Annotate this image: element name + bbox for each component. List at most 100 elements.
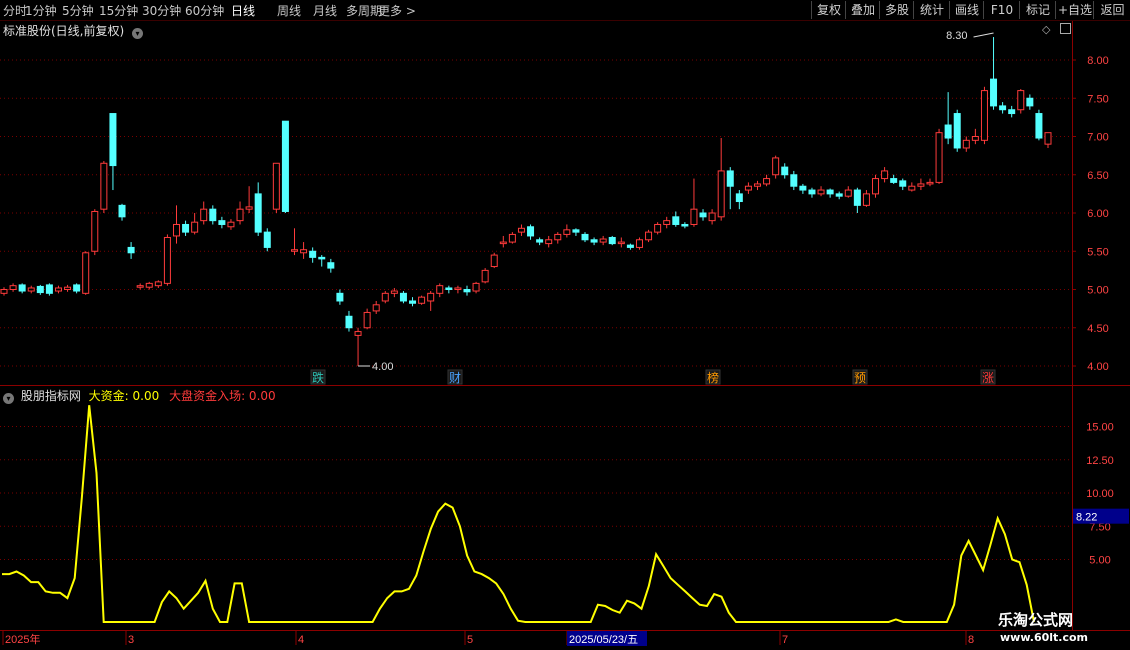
candle-up xyxy=(145,282,153,288)
candle-down xyxy=(735,193,743,203)
candle-up xyxy=(545,239,553,245)
timeframe-1[interactable]: 1分钟 xyxy=(25,2,57,19)
indicator-name[interactable]: 股朋指标网 xyxy=(21,389,81,403)
candle-down xyxy=(899,180,907,187)
watermark-title: 乐淘公式网 xyxy=(998,611,1074,629)
candle-up xyxy=(227,221,235,228)
candle-up xyxy=(191,221,199,233)
timeframe-3[interactable]: 15分钟 xyxy=(99,2,138,19)
candle-down xyxy=(36,285,44,294)
candle-down xyxy=(327,262,335,269)
candle-up xyxy=(436,285,444,294)
candle-up xyxy=(817,189,825,195)
toolbar-button-3[interactable]: 统计 xyxy=(913,1,950,19)
timeframe-10[interactable]: 更多 > xyxy=(378,2,416,19)
candle-up xyxy=(926,181,934,185)
indicator-toggle-icon[interactable]: ▾ xyxy=(3,393,14,404)
toolbar-button-2[interactable]: 多股 xyxy=(879,1,914,19)
timeframe-2[interactable]: 5分钟 xyxy=(62,2,94,19)
candle-up xyxy=(690,208,698,225)
candle-up xyxy=(236,208,244,222)
candle-up xyxy=(100,162,108,210)
candle-down xyxy=(808,189,816,195)
toolbar-button-0[interactable]: 复权 xyxy=(811,1,846,19)
indicator-value-market-inflow: 大盘资金入场: 0.00 xyxy=(169,389,276,403)
time-axis-label: 4 xyxy=(298,634,304,646)
stock-title[interactable]: 标准股份(日线,前复权) xyxy=(3,24,124,38)
candle-down xyxy=(399,292,407,302)
chart-canvas[interactable]: 8.00 7.50 7.00 6.50 6.00 5.50 5.00 4.50 4.00 8.30… xyxy=(0,0,1130,650)
candle-down xyxy=(527,226,535,237)
candle-down xyxy=(254,193,262,233)
candle-down xyxy=(826,189,834,195)
time-axis-label: 3 xyxy=(128,634,134,646)
candle-down xyxy=(572,229,580,233)
candle-up xyxy=(1017,90,1025,111)
candle-up xyxy=(200,208,208,222)
candle-up xyxy=(763,178,771,185)
price-axis-label: 5.50 xyxy=(1087,246,1108,258)
indicator-axis-label: 15.00 xyxy=(1086,422,1114,434)
timeframe-0[interactable]: 分时 xyxy=(3,2,27,19)
toolbar-button-5[interactable]: F10 xyxy=(983,1,1020,19)
diamond-icon[interactable]: ◇ xyxy=(1042,23,1050,36)
high-marker-line xyxy=(973,32,994,38)
candle-down xyxy=(799,185,807,191)
time-axis-label: 5 xyxy=(467,634,473,646)
toolbar-button-8[interactable]: 返回 xyxy=(1093,1,1130,19)
event-tag: 涨 xyxy=(982,370,994,385)
timeframe-4[interactable]: 30分钟 xyxy=(142,2,181,19)
price-axis-label: 6.50 xyxy=(1087,170,1108,182)
candle-up xyxy=(64,286,72,290)
candle-up xyxy=(917,183,925,187)
current-value-label: 8.22 xyxy=(1076,512,1097,524)
toolbar-button-4[interactable]: 画线 xyxy=(949,1,984,19)
candle-up xyxy=(418,296,426,304)
candle-up xyxy=(935,132,943,183)
candle-up xyxy=(517,227,525,233)
candle-up xyxy=(172,223,180,237)
candle-down xyxy=(281,120,289,212)
candle-up xyxy=(862,193,870,206)
indicator-axis-label: 12.50 xyxy=(1086,455,1114,467)
candle-up xyxy=(881,170,889,180)
toolbar-button-7[interactable]: +自选 xyxy=(1055,1,1094,19)
toolbar-button-6[interactable]: 标记 xyxy=(1019,1,1056,19)
price-axis-label: 7.50 xyxy=(1087,93,1108,105)
main-panel-title-area: 标准股份(日线,前复权) ▾ xyxy=(3,22,144,39)
timeframe-5[interactable]: 60分钟 xyxy=(185,2,224,19)
high-price-label: 8.30 xyxy=(946,30,967,42)
candle-up xyxy=(872,178,880,195)
candle-down xyxy=(209,208,217,222)
timeframe-9[interactable]: 多周期 xyxy=(346,2,382,19)
candle-down xyxy=(990,78,998,107)
candle-down xyxy=(127,246,135,254)
candle-up xyxy=(363,311,371,329)
candle-up xyxy=(27,287,35,292)
price-axis-label: 7.00 xyxy=(1087,132,1108,144)
candle-down xyxy=(318,256,326,260)
timeframe-7[interactable]: 周线 xyxy=(277,2,301,19)
chevron-down-icon[interactable]: ▾ xyxy=(132,28,144,39)
candle-up xyxy=(708,212,716,222)
timeframe-8[interactable]: 月线 xyxy=(313,2,337,19)
panel-toggle-icon[interactable] xyxy=(1059,23,1071,34)
candle-up xyxy=(245,206,253,210)
candle-up xyxy=(372,304,380,312)
time-axis-label: 8 xyxy=(968,634,974,646)
candle-down xyxy=(1026,97,1034,107)
candle-down xyxy=(345,315,353,329)
candle-up xyxy=(390,290,398,294)
candle-down xyxy=(118,204,126,218)
price-axis-label: 4.00 xyxy=(1087,361,1108,373)
candle-up xyxy=(354,331,362,336)
event-tag: 榜 xyxy=(707,370,719,385)
candle-down xyxy=(999,105,1007,111)
watermark-url: www.60lt.com xyxy=(1000,631,1089,644)
timeframe-6[interactable]: 日线 xyxy=(231,2,255,19)
candle-up xyxy=(499,241,507,245)
candle-up xyxy=(272,162,280,210)
candle-down xyxy=(944,124,952,139)
candle-down xyxy=(835,193,843,197)
toolbar-button-1[interactable]: 叠加 xyxy=(845,1,880,19)
